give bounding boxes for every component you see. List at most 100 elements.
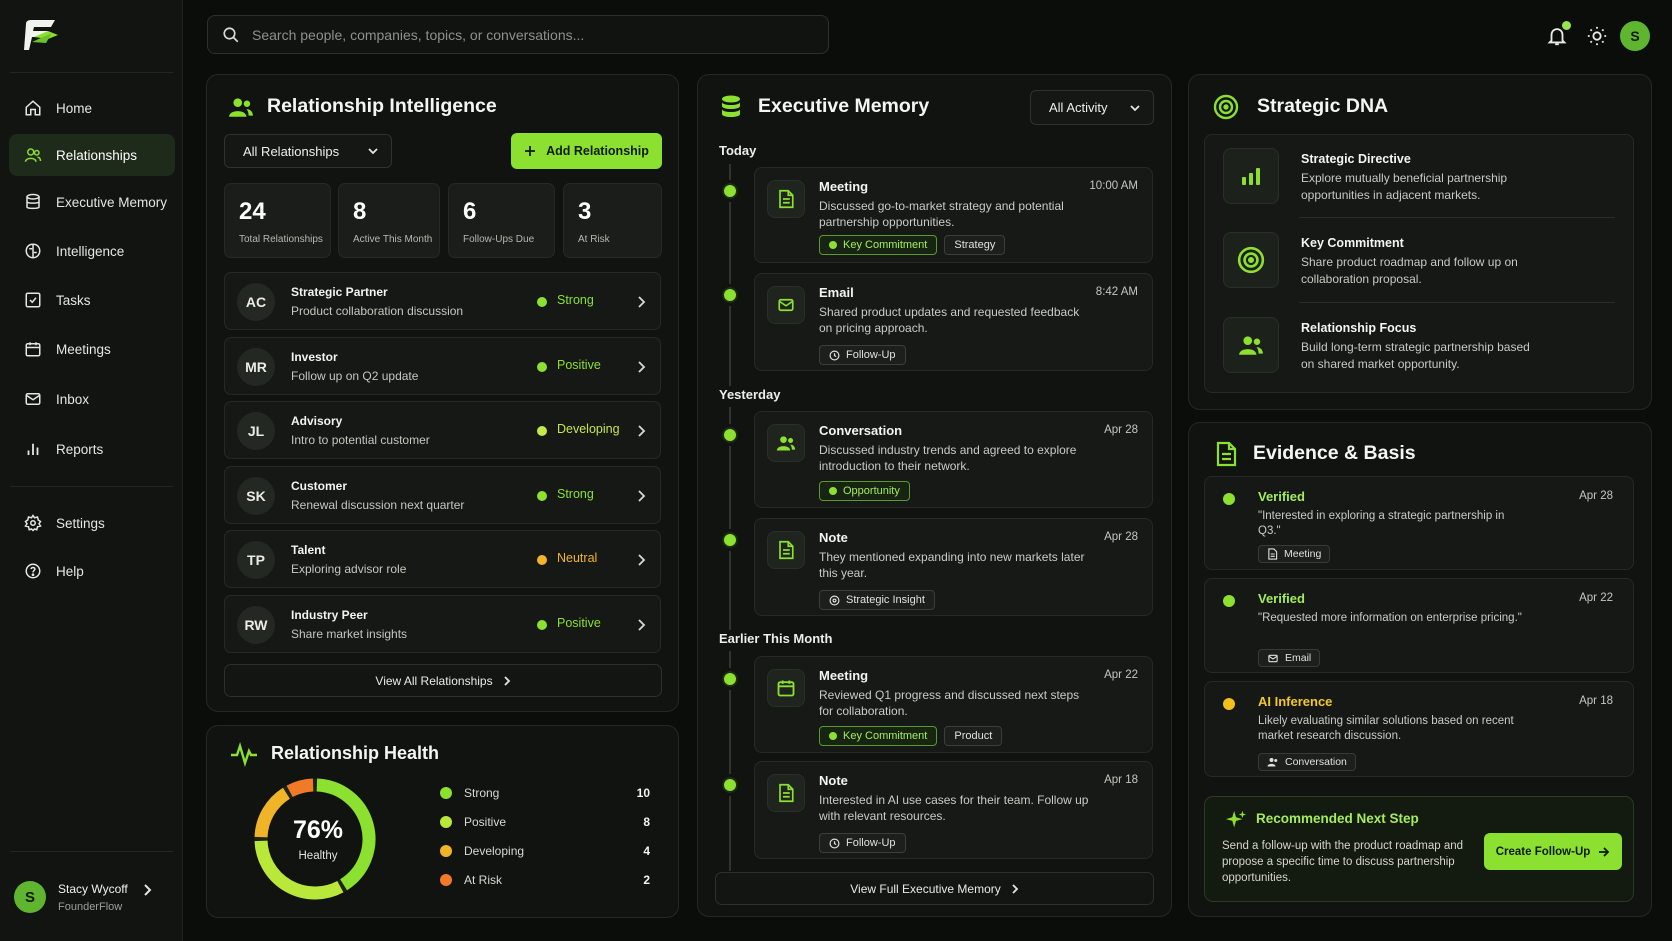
sparkle-icon xyxy=(1225,810,1247,828)
tag-dot xyxy=(829,241,837,249)
donut-segment-at-risk xyxy=(286,778,314,798)
search-bar[interactable] xyxy=(207,15,829,54)
user-profile[interactable]: S Stacy Wycoff FounderFlow xyxy=(14,872,174,922)
mail-icon xyxy=(767,286,805,324)
founderflow-logo[interactable] xyxy=(22,18,62,54)
sidebar-item-intelligence[interactable]: Intelligence xyxy=(9,231,175,271)
chevron-right-icon xyxy=(1012,883,1019,894)
sidebar-item-relationships[interactable]: Relationships xyxy=(9,134,175,176)
view-all-label: View Full Executive Memory xyxy=(850,881,1001,896)
sidebar-item-executive-memory[interactable]: Executive Memory xyxy=(9,182,175,222)
document-icon xyxy=(767,531,805,569)
sidebar-item-label: Inbox xyxy=(56,391,90,407)
status-dot xyxy=(1223,698,1235,710)
tag-label: Product xyxy=(954,730,993,742)
relationship-row[interactable]: AC Strategic Partner Product collaboration… xyxy=(224,272,661,330)
chevron-right-icon xyxy=(503,675,510,686)
tag: Key Commitment xyxy=(819,235,938,255)
activity-filter-dropdown[interactable]: All Activity xyxy=(1030,90,1154,125)
avatar: MR xyxy=(237,348,275,386)
evidence-item[interactable]: Verified Apr 28 "Interested in exploring a… xyxy=(1204,476,1634,570)
memory-entry[interactable]: Meeting Apr 22 Reviewed Q1 progress and di… xyxy=(754,656,1153,753)
memory-entry[interactable]: Conversation Apr 28 Discussed industry tre… xyxy=(754,411,1153,508)
relationship-row[interactable]: MR Investor Follow up on Q2 update Positive xyxy=(224,337,661,395)
timeline-dot xyxy=(722,427,738,443)
status-badge: Positive xyxy=(557,358,601,372)
sidebar: Home Relationships Executive Memory Inte… xyxy=(0,0,183,941)
add-relationship-button[interactable]: Add Relationship xyxy=(511,133,662,169)
sidebar-item-meetings[interactable]: Meetings xyxy=(9,329,175,369)
view-full-memory-button[interactable]: View Full Executive Memory xyxy=(715,872,1154,905)
add-relationship-label: Add Relationship xyxy=(546,144,649,158)
database-icon xyxy=(23,192,43,212)
evidence-title: Verified xyxy=(1258,591,1305,606)
gear-icon xyxy=(23,513,43,533)
tag-label: Follow-Up xyxy=(846,349,896,361)
status-dot xyxy=(537,362,547,372)
users-icon xyxy=(228,94,254,120)
search-input[interactable] xyxy=(252,26,792,43)
document-icon xyxy=(1214,441,1240,467)
chevron-right-icon xyxy=(143,884,152,896)
evidence-item[interactable]: Verified Apr 22 "Requested more informatio… xyxy=(1204,578,1634,673)
avatar[interactable]: S xyxy=(1620,21,1650,51)
tag: Strategic Insight xyxy=(819,590,935,610)
sidebar-item-label: Executive Memory xyxy=(56,194,168,210)
memory-entry[interactable]: Email 8:42 AM Shared product updates and r… xyxy=(754,273,1153,371)
users-icon xyxy=(767,424,805,462)
sidebar-item-label: Relationships xyxy=(56,147,138,163)
relationships-filter-dropdown[interactable]: All Relationships xyxy=(224,134,392,168)
stat-at-risk: 3 At Risk xyxy=(563,183,662,258)
target-icon xyxy=(1223,232,1279,288)
bar-chart-icon xyxy=(23,439,43,459)
tag: Follow-Up xyxy=(819,833,906,853)
bar-chart-icon xyxy=(1223,148,1279,204)
health-percent: 76% xyxy=(292,816,344,844)
stat-label: At Risk xyxy=(578,234,610,245)
relationship-row[interactable]: TP Talent Exploring advisor role Neutral xyxy=(224,530,661,588)
sidebar-item-label: Meetings xyxy=(56,341,111,357)
evidence-item[interactable]: AI Inference Apr 18 Likely evaluating simi… xyxy=(1204,681,1634,777)
memory-time: 10:00 AM xyxy=(1089,180,1138,192)
legend-dot xyxy=(440,874,452,886)
sidebar-item-home[interactable]: Home xyxy=(9,88,175,128)
status-dot xyxy=(1223,595,1235,607)
chevron-right-icon xyxy=(638,425,646,437)
sidebar-item-reports[interactable]: Reports xyxy=(9,429,175,469)
legend-label: Strong xyxy=(464,786,500,800)
dna-title: Strategic Directive xyxy=(1301,152,1411,166)
calendar-icon xyxy=(767,669,805,707)
relationship-row[interactable]: RW Industry Peer Share market insights Posi… xyxy=(224,595,661,653)
meeting-icon xyxy=(1267,548,1278,560)
arrow-right-icon xyxy=(1599,846,1610,857)
sidebar-item-inbox[interactable]: Inbox xyxy=(9,379,175,419)
dna-title: Key Commitment xyxy=(1301,236,1404,250)
memory-entry[interactable]: Meeting 10:00 AM Discussed go-to-market st… xyxy=(754,167,1153,263)
evidence-date: Apr 28 xyxy=(1579,490,1613,502)
tag-label: Strategic Insight xyxy=(846,594,925,606)
source-label: Conversation xyxy=(1285,756,1347,768)
tag-list: Follow-Up xyxy=(819,345,906,365)
memory-entry[interactable]: Note Apr 18 Interested in AI use cases for… xyxy=(754,761,1153,859)
create-follow-up-button[interactable]: Create Follow-Up xyxy=(1484,833,1622,870)
relationship-row[interactable]: SK Customer Renewal discussion next quarte… xyxy=(224,466,661,524)
sidebar-item-help[interactable]: Help xyxy=(9,551,175,591)
legend-value: 4 xyxy=(643,844,650,858)
email-icon xyxy=(1267,653,1279,664)
mail-icon xyxy=(23,389,43,409)
timeline-dot xyxy=(722,532,738,548)
sidebar-item-label: Reports xyxy=(56,441,104,457)
sidebar-item-tasks[interactable]: Tasks xyxy=(9,280,175,320)
sidebar-item-settings[interactable]: Settings xyxy=(9,503,175,543)
timeline-dot xyxy=(722,183,738,199)
tag-list: Follow-Up xyxy=(819,833,906,853)
profile-org: FounderFlow xyxy=(58,900,123,913)
view-all-relationships-button[interactable]: View All Relationships xyxy=(224,664,662,697)
status-dot xyxy=(537,555,547,565)
relationship-name: Talent xyxy=(291,543,326,557)
memory-entry[interactable]: Note Apr 28 They mentioned expanding into … xyxy=(754,518,1153,616)
relationship-row[interactable]: JL Advisory Intro to potential customer Dev… xyxy=(224,401,661,459)
status-dot xyxy=(537,620,547,630)
sun-icon[interactable] xyxy=(1586,25,1608,47)
notification-badge xyxy=(1562,21,1571,30)
